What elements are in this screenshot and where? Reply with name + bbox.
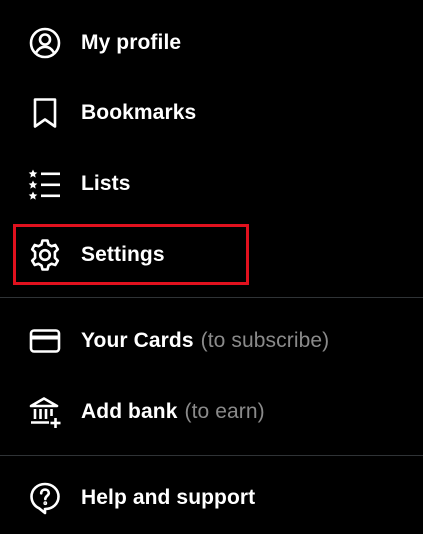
menu-item-hint: (to subscribe) — [200, 329, 330, 352]
menu-item-add-bank[interactable]: Add bank (to earn) — [0, 382, 423, 442]
menu-item-label: Bookmarks — [81, 101, 197, 124]
menu-item-your-cards[interactable]: Your Cards (to subscribe) — [0, 311, 423, 371]
gear-icon — [27, 237, 63, 273]
menu-item-my-profile[interactable]: My profile — [0, 13, 423, 73]
help-icon — [27, 480, 63, 516]
side-menu: My profile Bookmarks Lists Settings Your… — [0, 0, 423, 534]
profile-icon — [27, 25, 63, 61]
bank-icon — [27, 394, 63, 430]
menu-item-settings[interactable]: Settings — [0, 225, 423, 285]
menu-item-label: My profile — [81, 31, 182, 54]
lists-icon — [27, 166, 63, 202]
menu-item-label: Lists — [81, 172, 131, 195]
divider — [0, 455, 423, 456]
bookmark-icon — [27, 95, 63, 131]
divider — [0, 297, 423, 298]
menu-item-label: Settings — [81, 243, 165, 266]
menu-item-help-and-support[interactable]: Help and support — [0, 468, 423, 528]
card-icon — [27, 323, 63, 359]
menu-item-bookmarks[interactable]: Bookmarks — [0, 83, 423, 143]
menu-item-label: Add bank — [81, 400, 178, 423]
menu-item-label: Your Cards — [81, 329, 194, 352]
menu-item-label: Help and support — [81, 486, 256, 509]
menu-item-lists[interactable]: Lists — [0, 154, 423, 214]
menu-item-hint: (to earn) — [184, 400, 265, 423]
